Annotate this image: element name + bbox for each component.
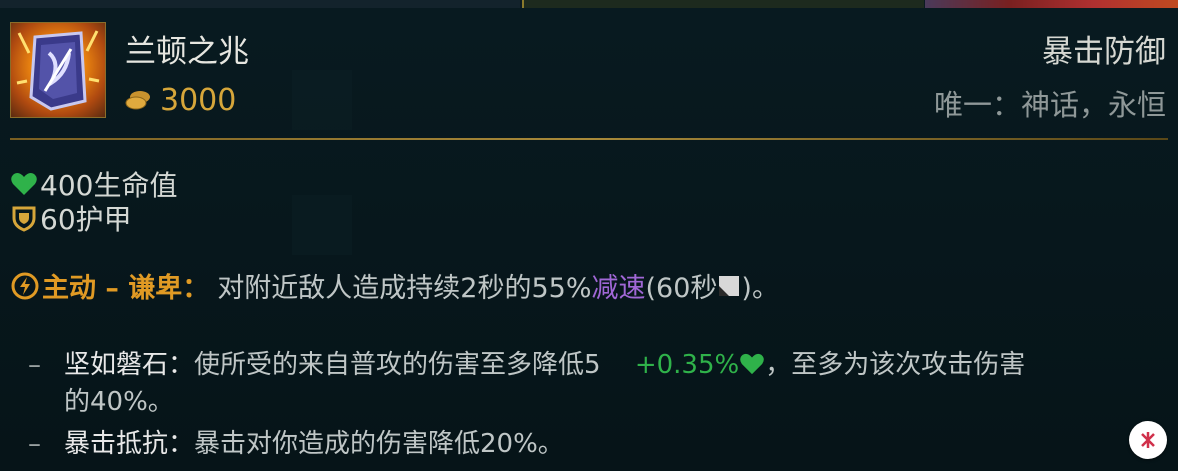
item-cost-value: 3000 bbox=[160, 82, 237, 118]
stat-armor-text: 60护甲 bbox=[40, 203, 132, 236]
passive-bullet: – bbox=[28, 350, 41, 380]
passive-steadfast: – 坚如磐石：使所受的来自普攻的伤害至多降低5 +0.35% ，至多为该次攻击伤害 bbox=[28, 344, 1025, 381]
passive-crit-resist: – 暴击抵抗：暴击对你造成的伤害降低20%。 bbox=[28, 423, 564, 460]
gold-coin-icon bbox=[125, 91, 150, 110]
active-ability: 主动 – 谦卑： 对附近敌人造成持续2秒的55% 减速 (60秒 )。 bbox=[10, 266, 779, 305]
passive-bonus: +0.35% bbox=[634, 350, 740, 380]
top-strip-portraits bbox=[925, 0, 1178, 8]
active-cooldown-close: )。 bbox=[741, 273, 779, 304]
active-text: 对附近敌人造成持续2秒的55% bbox=[217, 273, 592, 304]
passive-text: 暴击对你造成的伤害降低20%。 bbox=[194, 429, 564, 459]
background-ghost bbox=[292, 195, 352, 255]
cooldown-icon bbox=[719, 275, 740, 296]
item-unique-tag: 唯一：神话，永恒 bbox=[933, 88, 1166, 122]
item-tooltip-panel bbox=[0, 8, 1178, 471]
active-label: 主动 – 谦卑： bbox=[42, 273, 210, 304]
top-strip-segment bbox=[0, 0, 520, 8]
item-category: 暴击防御 bbox=[1042, 34, 1166, 70]
heart-icon bbox=[11, 173, 37, 195]
item-name: 兰顿之兆 bbox=[125, 34, 249, 70]
slow-keyword: 减速 bbox=[591, 273, 646, 304]
passive-steadfast-cont: 的40%。 bbox=[64, 387, 174, 417]
passive-bullet: – bbox=[28, 429, 41, 459]
armor-shield-icon bbox=[12, 206, 36, 232]
stat-armor: 60护甲 bbox=[10, 198, 132, 238]
randuins-omen-icon bbox=[10, 22, 106, 118]
floating-action-button[interactable] bbox=[1129, 421, 1167, 459]
passive-text-after: ，至多为该次攻击伤害 bbox=[765, 350, 1026, 380]
passive-name: 暴击抵抗： bbox=[64, 429, 195, 459]
top-strip-segment bbox=[522, 0, 924, 8]
heart-icon bbox=[740, 353, 765, 375]
app-logo-icon bbox=[1141, 432, 1155, 448]
active-cooldown-open: (60秒 bbox=[645, 273, 718, 304]
passive-text: 使所受的来自普攻的伤害至多降低5 bbox=[194, 350, 601, 380]
background-ghost bbox=[292, 70, 352, 130]
passive-name: 坚如磐石： bbox=[64, 350, 195, 380]
top-strip bbox=[0, 0, 1178, 8]
item-cost: 3000 bbox=[124, 82, 236, 118]
header-divider bbox=[10, 138, 1168, 140]
lightning-icon bbox=[11, 272, 39, 299]
